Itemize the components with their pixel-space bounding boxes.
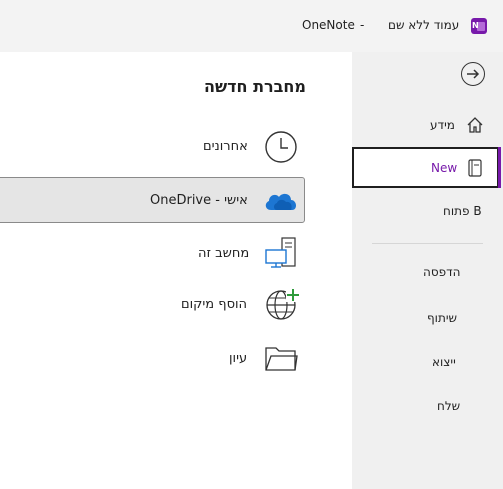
nav-item-info-label: מידע (430, 118, 455, 132)
location-this-pc-label: מחשב זה (198, 246, 250, 261)
page-name-title: עמוד ללא שם (388, 18, 460, 32)
app-name-title: OneNote (302, 18, 355, 32)
clock-icon (265, 131, 297, 163)
title-separator: - (360, 18, 365, 32)
location-browse-label: עיון (229, 351, 248, 366)
location-onedrive-label: OneDrive - אישי (150, 193, 248, 208)
nav-item-print[interactable]: הדפסה (423, 265, 461, 279)
location-add-place-label: הוסף מיקום (181, 297, 248, 312)
onedrive-cloud-icon (265, 193, 297, 210)
nav-item-share[interactable]: שיתוף (427, 311, 457, 325)
home-icon (467, 117, 483, 133)
nav-item-open[interactable]: פתוח B (443, 204, 482, 218)
onenote-app-icon: N (471, 18, 487, 34)
selected-indicator (498, 147, 501, 188)
page-title: מחברת חדשה (204, 77, 306, 96)
notebook-icon (468, 159, 482, 177)
folder-icon (265, 347, 298, 371)
nav-item-send[interactable]: שלח (437, 399, 460, 413)
new-notebook-panel (0, 52, 352, 489)
title-bar: N עמוד ללא שם - OneNote (0, 0, 503, 52)
nav-divider (372, 243, 483, 244)
computer-icon (265, 237, 296, 268)
globe-add-icon (266, 288, 300, 320)
nav-item-new-label: New (431, 161, 458, 175)
nav-item-export[interactable]: ייצוא (432, 355, 456, 369)
location-recent-label: אחרונים (203, 139, 248, 154)
arrow-right-circle-icon[interactable] (461, 62, 485, 86)
